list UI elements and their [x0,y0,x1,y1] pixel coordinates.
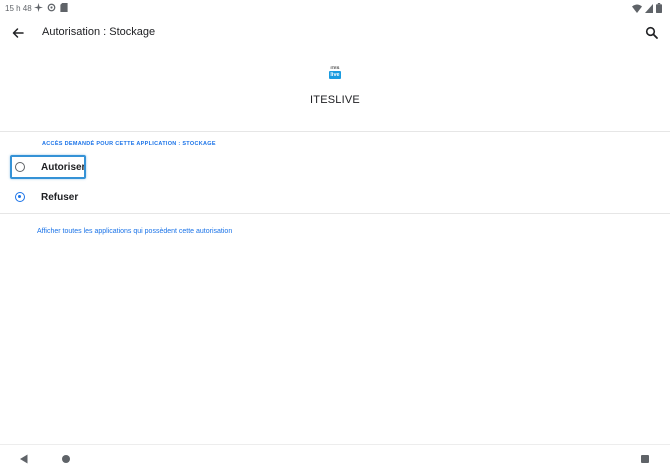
focus-highlight [10,155,86,179]
page-title: Autorisation : Stockage [42,26,156,38]
radio-dot [18,195,22,199]
wifi-icon [632,4,642,13]
section-label: ACCÈS DEMANDÉ POUR CETTE APPLICATION : S… [42,141,216,147]
radio-option-deny[interactable]: Refuser [0,185,670,211]
app-bar: Autorisation : Stockage [0,18,670,48]
radio-option-allow[interactable]: Autoriser [0,155,670,181]
battery-icon [656,3,662,13]
app-logo-icon: ITES live [328,66,342,80]
divider-top [0,131,670,132]
divider-bottom [0,213,670,214]
see-all-apps-link[interactable]: Afficher toutes les applications qui pos… [37,228,232,235]
sync-icon [47,3,56,12]
status-bar: 15 h 48 [0,0,670,18]
app-logo-box-text: live [329,71,341,79]
sparkle-icon [34,3,43,12]
back-arrow-icon[interactable] [10,25,26,41]
nav-back-icon[interactable] [19,454,29,464]
navigation-bar [0,444,670,474]
sd-card-icon [60,3,68,12]
nav-recents-icon[interactable] [641,455,649,463]
search-icon[interactable] [644,25,660,41]
status-time: 15 h 48 [5,4,32,13]
status-notification-icons [34,3,68,12]
status-system-icons [632,3,662,13]
signal-icon [645,3,653,13]
app-name: ITESLIVE [310,94,360,106]
radio-checked-icon[interactable] [15,192,25,202]
app-logo-top-text: ITES [330,65,340,70]
nav-home-icon[interactable] [62,455,70,463]
radio-label-deny: Refuser [41,192,79,203]
